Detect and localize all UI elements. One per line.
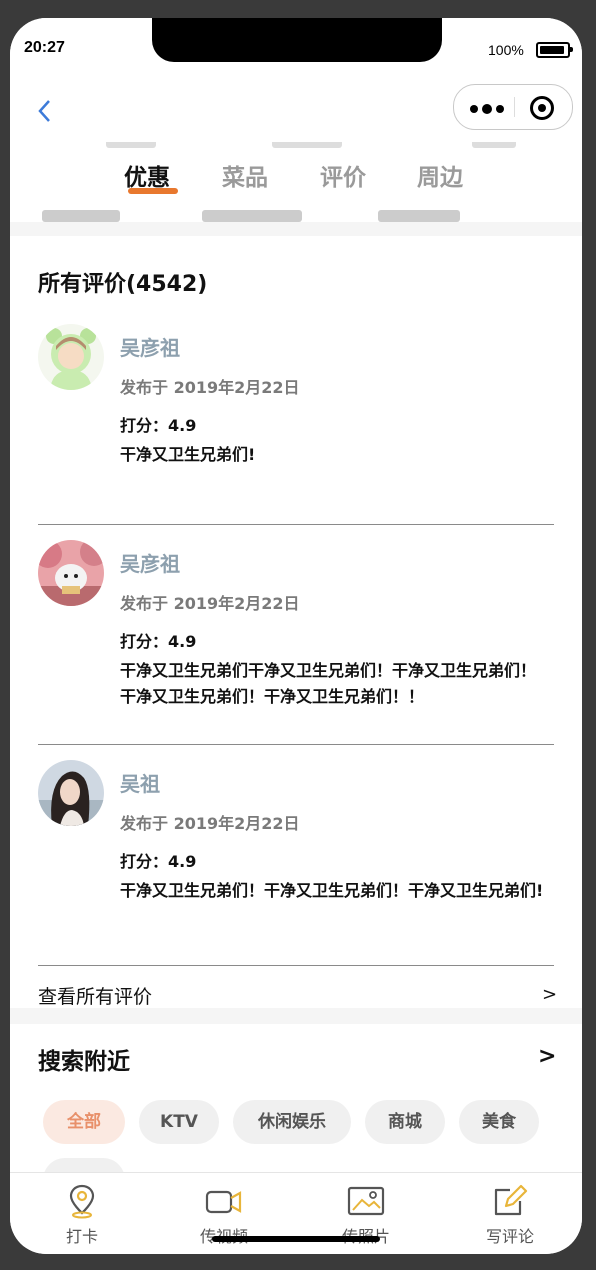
review-date: 发布于 2019年2月22日 <box>120 814 300 833</box>
bottom-tab-label: 传视频 <box>174 1223 274 1247</box>
chevron-right-icon[interactable]: > <box>538 1044 556 1069</box>
reviewer-name: 吴祖 <box>120 772 160 796</box>
edit-pen-icon <box>490 1183 530 1219</box>
review-date: 发布于 2019年2月22日 <box>120 594 300 613</box>
phone-screen: 20:27 100% 优惠 菜品 评价 周边 所有评价(4542) 吴彦祖 发布… <box>10 18 582 1254</box>
chevron-right-icon[interactable]: > <box>542 984 557 1005</box>
bottom-tab-review[interactable]: 写评论 <box>460 1183 560 1247</box>
ghost-text <box>378 210 460 222</box>
tab-pingjia[interactable]: 评价 <box>320 158 366 192</box>
chip-ktv[interactable]: KTV <box>139 1100 219 1144</box>
ghost-text <box>106 142 156 148</box>
tab-youhui[interactable]: 优惠 <box>124 158 170 192</box>
avatar <box>38 540 104 606</box>
reviewer-name: 吴彦祖 <box>120 336 180 360</box>
nearby-title: 搜索附近 <box>38 1049 130 1075</box>
see-all-reviews-link[interactable]: 查看所有评价 <box>38 982 152 1009</box>
mini-program-capsule <box>453 84 573 130</box>
review-text: 干净又卫生兄弟们! <box>120 445 256 464</box>
bottom-tab-label: 打卡 <box>65 1227 98 1246</box>
review-score: 打分：4.9 <box>120 632 197 651</box>
review-text: 干净又卫生兄弟们！干净又卫生兄弟们！干净又卫生兄弟们! <box>120 881 544 900</box>
status-time: 20:27 <box>24 39 65 56</box>
review-score: 打分：4.9 <box>120 852 197 871</box>
bottom-tab-label: 传照片 <box>316 1223 416 1247</box>
home-indicator <box>212 1236 380 1242</box>
ghost-text <box>202 210 302 222</box>
ghost-text <box>272 142 342 148</box>
battery-percent: 100% <box>488 42 524 58</box>
bottom-tab-checkin[interactable]: 打卡 <box>32 1183 132 1247</box>
reviews-section: 所有评价(4542) 吴彦祖 发布于 2019年2月22日 打分：4.9 干净又… <box>10 236 582 1008</box>
capsule-divider <box>514 97 515 117</box>
battery-icon <box>536 42 570 58</box>
bottom-tab-label: 写评论 <box>485 1227 534 1246</box>
chip-all[interactable]: 全部 <box>43 1100 125 1144</box>
reviews-title: 所有评价(4542) <box>38 272 208 297</box>
tab-zhoubian[interactable]: 周边 <box>417 158 463 192</box>
tab-caipin[interactable]: 菜品 <box>222 158 268 192</box>
divider <box>38 524 554 525</box>
review-score: 打分：4.9 <box>120 416 197 435</box>
review-date: 发布于 2019年2月22日 <box>120 378 300 397</box>
location-pin-icon <box>62 1183 102 1219</box>
tab-bar: 优惠 菜品 评价 周边 <box>10 142 582 222</box>
chip-food[interactable]: 美食 <box>459 1100 539 1144</box>
tab-active-indicator <box>128 188 178 194</box>
target-circle-icon[interactable] <box>530 96 554 120</box>
chip-mall[interactable]: 商城 <box>365 1100 445 1144</box>
chevron-left-icon[interactable] <box>36 98 52 129</box>
avatar <box>38 760 104 826</box>
status-bar: 20:27 100% <box>10 18 582 80</box>
notch <box>152 18 442 62</box>
divider <box>38 965 554 966</box>
ghost-text <box>472 142 516 148</box>
photo-icon <box>346 1183 386 1219</box>
nearby-section: 搜索附近 > 全部 KTV 休闲娱乐 商城 美食 <box>10 1024 582 1202</box>
chip-leisure[interactable]: 休闲娱乐 <box>233 1100 351 1144</box>
avatar <box>38 324 104 390</box>
ghost-text <box>42 210 120 222</box>
nav-bar <box>10 80 582 142</box>
divider <box>38 744 554 745</box>
reviewer-name: 吴彦祖 <box>120 552 180 576</box>
review-text: 干净又卫生兄弟们干净又卫生兄弟们！干净又卫生兄弟们！干净又卫生兄弟们！干净又卫生… <box>120 661 537 706</box>
video-camera-icon <box>204 1183 244 1219</box>
battery-tip <box>570 47 573 52</box>
